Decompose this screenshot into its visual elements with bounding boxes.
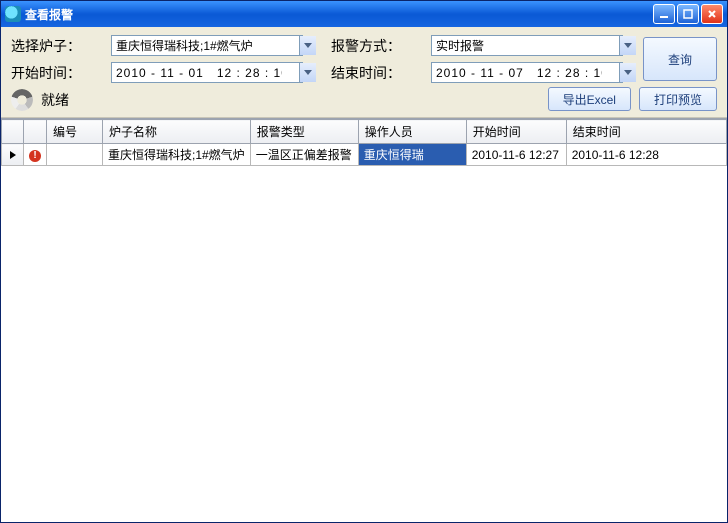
export-excel-button[interactable]: 导出Excel [548, 87, 631, 111]
end-time-picker[interactable] [431, 62, 637, 83]
current-row-icon [10, 151, 16, 159]
table-row[interactable]: ! 重庆恒得瑞科技;1#燃气炉 一温区正偏差报警 重庆恒得瑞 2010-11-6… [2, 144, 727, 166]
window-title: 查看报警 [25, 6, 653, 23]
end-time-input[interactable] [431, 62, 623, 83]
window-buttons [653, 4, 723, 24]
error-icon: ! [29, 150, 41, 162]
cell-id[interactable] [47, 144, 103, 166]
data-grid[interactable]: 编号 炉子名称 报警类型 操作人员 开始时间 结束时间 ! 重庆恒得瑞科技;1#… [1, 118, 727, 522]
end-time-label: 结束时间： [331, 63, 417, 83]
dropdown-icon[interactable] [619, 36, 636, 55]
alarm-mode-combo[interactable] [431, 35, 637, 56]
query-button[interactable]: 查询 [643, 37, 717, 81]
cell-start[interactable]: 2010-11-6 12:27 [466, 144, 566, 166]
app-icon [5, 6, 21, 22]
start-time-picker[interactable] [111, 62, 317, 83]
alarm-mode-input[interactable] [431, 35, 623, 56]
row-indicator [2, 144, 24, 166]
minimize-button[interactable] [653, 4, 675, 24]
start-time-input[interactable] [111, 62, 303, 83]
loading-spinner-icon [11, 89, 33, 111]
dropdown-icon[interactable] [619, 63, 636, 82]
print-preview-button[interactable]: 打印预览 [639, 87, 717, 111]
cell-end[interactable]: 2010-11-6 12:28 [566, 144, 726, 166]
status-icon-column[interactable] [24, 120, 47, 144]
furnace-combo[interactable] [111, 35, 317, 56]
col-start[interactable]: 开始时间 [466, 120, 566, 144]
dropdown-icon[interactable] [299, 36, 316, 55]
furnace-label: 选择炉子： [11, 36, 97, 56]
cell-alarm-type[interactable]: 一温区正偏差报警 [250, 144, 358, 166]
col-operator[interactable]: 操作人员 [358, 120, 466, 144]
cell-furnace[interactable]: 重庆恒得瑞科技;1#燃气炉 [103, 144, 251, 166]
col-id[interactable]: 编号 [47, 120, 103, 144]
cell-operator[interactable]: 重庆恒得瑞 [358, 144, 466, 166]
dropdown-icon[interactable] [299, 63, 316, 82]
alarm-mode-label: 报警方式： [331, 36, 417, 56]
col-alarm-type[interactable]: 报警类型 [250, 120, 358, 144]
app-window: 查看报警 选择炉子： 报警方式： [0, 0, 728, 523]
title-bar[interactable]: 查看报警 [1, 1, 727, 27]
header-row: 编号 炉子名称 报警类型 操作人员 开始时间 结束时间 [2, 120, 727, 144]
filter-panel: 选择炉子： 报警方式： 开始时间： 结束时间： [1, 27, 727, 118]
close-button[interactable] [701, 4, 723, 24]
maximize-button[interactable] [677, 4, 699, 24]
status-text: 就绪 [41, 90, 69, 110]
start-time-label: 开始时间： [11, 63, 97, 83]
col-end[interactable]: 结束时间 [566, 120, 726, 144]
row-header-column[interactable] [2, 120, 24, 144]
row-status-cell: ! [24, 144, 47, 166]
furnace-input[interactable] [111, 35, 303, 56]
col-furnace[interactable]: 炉子名称 [103, 120, 251, 144]
